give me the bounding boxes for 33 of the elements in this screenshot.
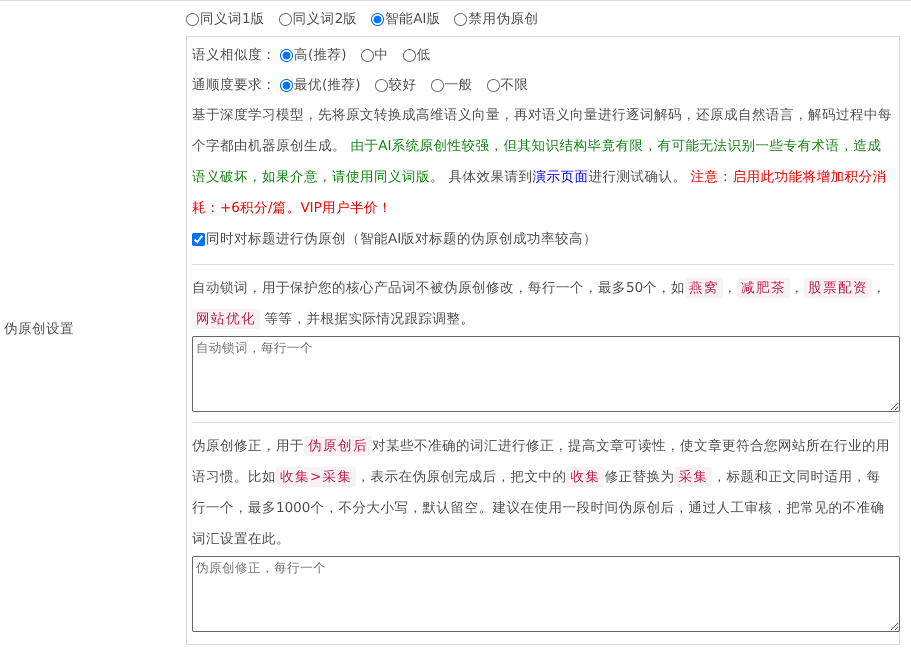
radio-label[interactable]: 不限 — [500, 76, 529, 94]
radio-button[interactable] — [371, 12, 384, 26]
checkbox[interactable] — [192, 232, 205, 246]
radio-button[interactable] — [280, 48, 293, 62]
corrections-field[interactable]: 伪原创修正，每行一个 — [192, 556, 900, 632]
description-text: 伪原创修正，用于 伪原创后 对某些不准确的词汇进行修正，提高文章可读性，使文章更符合您网站所在行业的用语习惯。比如 收集>采集 ，表示在伪原创完成后，把文中的 收集 修正替换为 采集 ，标题和正文同时适用，每行一个，最多1000个，不分大小写，默认留空。建议在使用一段时间伪原创后，通过人工审核，把常见的不准确词汇设置在此。 — [192, 435, 891, 549]
radio-button[interactable] — [360, 48, 374, 62]
radio-button[interactable] — [402, 48, 416, 62]
radio-label[interactable]: 中 — [374, 46, 389, 64]
radio-label[interactable]: 低 — [416, 46, 431, 64]
radio-label[interactable]: 高(推荐) — [294, 46, 347, 64]
description-text: 基于深度学习模型，先将原文转换成高维语义向量，再对语义向量进行逐词解码，还原成自然语言，解码过程中每个字都由机器原创生成。 由于AI系统原创性较强，但其知识结构毕竟有限，有可能无法识别一些专有术语，造成语义破坏，如果介意，请使用同义词版。 具体效果请到演示页面进行测试确认。 注意：启用此功能将增加积分消耗：+6积分/篇。VIP用户半价！ — [192, 106, 893, 218]
radio-button[interactable] — [374, 78, 388, 92]
field-label: 通顺度要求： — [192, 76, 276, 94]
radio-label[interactable]: 禁用伪原创 — [468, 10, 538, 28]
checkbox-label[interactable]: 同时对标题进行伪原创（智能AI版对标题的伪原创成功率较高） — [206, 230, 598, 248]
radio-label[interactable]: 最优(推荐) — [294, 76, 361, 94]
field-label: 语义相似度： — [192, 46, 276, 64]
radio-button[interactable] — [186, 12, 199, 26]
radio-label[interactable]: 同义词2版 — [292, 10, 358, 28]
radio-button[interactable] — [278, 12, 292, 26]
radio-label[interactable]: 一般 — [444, 76, 473, 94]
section-label: 伪原创设置 — [3, 320, 74, 338]
radio-button[interactable] — [430, 78, 444, 92]
radio-label[interactable]: 同义词1版 — [200, 10, 265, 28]
radio-button[interactable] — [454, 12, 468, 26]
lock-words-field[interactable]: 自动锁词，每行一个 — [192, 336, 900, 412]
radio-label[interactable]: 智能AI版 — [385, 10, 440, 28]
demo-page-link[interactable]: 演示页面 — [532, 169, 588, 185]
radio-label[interactable]: 较好 — [388, 76, 417, 94]
radio-button[interactable] — [280, 78, 293, 92]
description-text: 自动锁词，用于保护您的核心产品词不被伪原创修改，每行一个，最多50个，如 燕窝 ， 减肥茶 ， 股票配资 ， 网站优化 等等，并根据实际情况跟踪调整。 — [192, 277, 888, 331]
radio-button[interactable] — [486, 78, 500, 92]
